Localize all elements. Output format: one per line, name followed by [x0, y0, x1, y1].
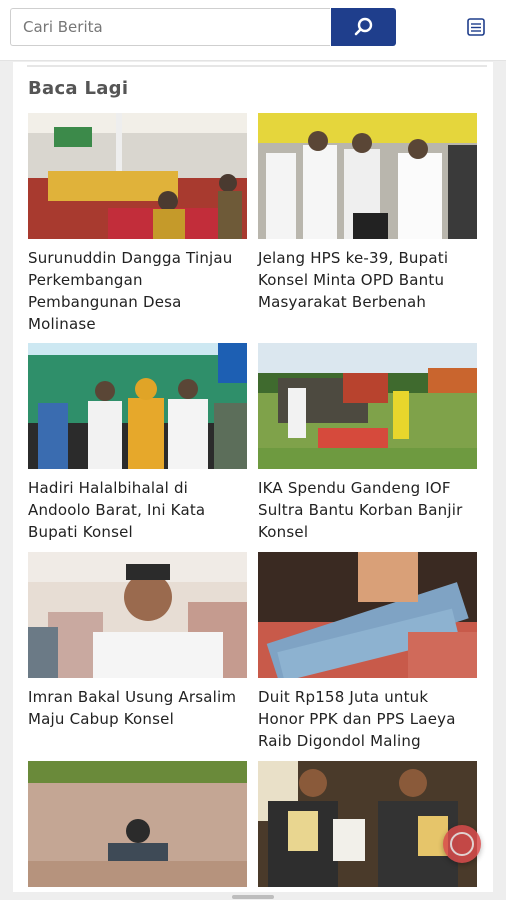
article-thumbnail[interactable]	[258, 113, 477, 239]
article-title[interactable]: Imran Bakal Usung Arsalim Maju Cabup Kon…	[28, 686, 247, 730]
section-title: Baca Lagi	[28, 78, 129, 99]
article-card[interactable]: IKA Spendu Gandeng IOF Sultra Bantu Korb…	[258, 343, 477, 543]
article-thumbnail[interactable]	[258, 343, 477, 469]
article-card[interactable]: Jelang HPS ke-39, Bupati Konsel Minta OP…	[258, 113, 477, 313]
article-thumbnail[interactable]	[28, 552, 247, 678]
search-button[interactable]	[331, 8, 396, 46]
article-card[interactable]: Surunuddin Dangga Tinjau Perkembangan Pe…	[28, 113, 247, 335]
article-title[interactable]: Hadiri Halalbihalal di Andoolo Barat, In…	[28, 477, 247, 543]
article-thumbnail[interactable]	[258, 761, 477, 887]
article-title[interactable]: Surunuddin Dangga Tinjau Perkembangan Pe…	[28, 247, 247, 335]
article-card[interactable]: Imran Bakal Usung Arsalim Maju Cabup Kon…	[28, 552, 247, 730]
article-thumbnail[interactable]	[28, 113, 247, 239]
top-bar	[0, 0, 506, 61]
article-thumbnail[interactable]	[28, 761, 247, 887]
article-title[interactable]: IKA Spendu Gandeng IOF Sultra Bantu Korb…	[258, 477, 477, 543]
article-card[interactable]: Duit Rp158 Juta untuk Honor PPK dan PPS …	[258, 552, 477, 752]
floating-action-button[interactable]	[443, 825, 481, 863]
article-thumbnail[interactable]	[28, 343, 247, 469]
menu-icon	[467, 18, 485, 36]
article-title[interactable]: Duit Rp158 Juta untuk Honor PPK dan PPS …	[258, 686, 477, 752]
menu-button[interactable]	[464, 15, 488, 39]
related-articles-card: Baca Lagi Surunuddin Dangga Tinjau Perke…	[13, 62, 493, 892]
divider	[27, 65, 487, 67]
search-input[interactable]	[10, 8, 330, 46]
bottom-handle[interactable]	[232, 895, 274, 899]
article-card[interactable]	[258, 761, 477, 895]
article-title[interactable]: Jelang HPS ke-39, Bupati Konsel Minta OP…	[258, 247, 477, 313]
article-thumbnail[interactable]	[258, 552, 477, 678]
article-card[interactable]	[28, 761, 247, 895]
search-icon	[354, 17, 372, 36]
article-card[interactable]: Hadiri Halalbihalal di Andoolo Barat, In…	[28, 343, 247, 543]
